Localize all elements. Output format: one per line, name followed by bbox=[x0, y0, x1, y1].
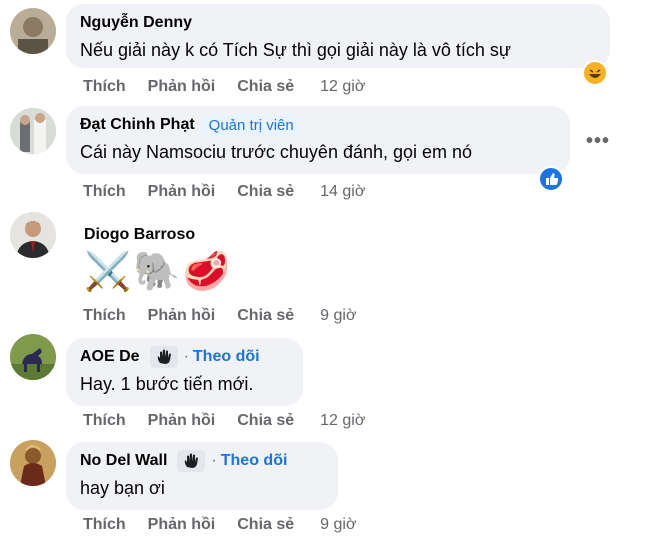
share-button[interactable]: Chia sẻ bbox=[237, 307, 294, 325]
comment-text: Cái này Namsociu trước chuyên đánh, gọi … bbox=[80, 142, 473, 162]
like-button[interactable]: Thích bbox=[83, 412, 126, 430]
comment-text: hay bạn ơi bbox=[80, 478, 165, 498]
like-button[interactable]: Thích bbox=[83, 183, 126, 201]
like-icon[interactable] bbox=[538, 166, 564, 192]
waving-hand-icon bbox=[185, 453, 199, 468]
comment-author[interactable]: Đạt Chinh Phạt bbox=[80, 116, 195, 134]
reply-button[interactable]: Phản hồi bbox=[148, 183, 216, 201]
comment-emoji: ⚔️🐘🥩 bbox=[84, 250, 232, 294]
comment-timestamp[interactable]: 9 giờ bbox=[320, 307, 356, 325]
more-options-icon[interactable]: ••• bbox=[586, 130, 610, 153]
avatar[interactable] bbox=[10, 8, 56, 54]
comment-author[interactable]: Diogo Barroso bbox=[84, 226, 195, 244]
crossed-swords-icon: ⚔️ bbox=[84, 251, 134, 293]
admin-badge: Quản trị viên bbox=[202, 114, 300, 136]
follow-link[interactable]: Theo dõi bbox=[221, 452, 288, 470]
comment-bubble: AOE De · Theo dõi Hay. 1 bước tiến mới. bbox=[66, 338, 303, 406]
comment-timestamp[interactable]: 12 giờ bbox=[320, 78, 365, 96]
comment-actions: Thích Phản hồi Chia sẻ 9 giờ bbox=[83, 307, 378, 325]
reply-button[interactable]: Phản hồi bbox=[148, 78, 216, 96]
comment-text: Hay. 1 bước tiến mới. bbox=[80, 374, 254, 394]
comment-actions: Thích Phản hồi Chia sẻ 14 giờ bbox=[83, 183, 387, 201]
comment-timestamp[interactable]: 14 giờ bbox=[320, 183, 365, 201]
reply-button[interactable]: Phản hồi bbox=[148, 516, 216, 534]
avatar[interactable] bbox=[10, 108, 56, 154]
top-fan-badge bbox=[149, 346, 178, 368]
follow-link[interactable]: Theo dõi bbox=[193, 348, 260, 366]
meat-icon: 🥩 bbox=[182, 251, 232, 293]
waving-hand-icon bbox=[157, 349, 171, 364]
reply-button[interactable]: Phản hồi bbox=[148, 412, 216, 430]
separator-dot: · bbox=[183, 348, 189, 365]
like-button[interactable]: Thích bbox=[83, 307, 126, 325]
like-button[interactable]: Thích bbox=[83, 516, 126, 534]
avatar[interactable] bbox=[10, 212, 56, 258]
reply-button[interactable]: Phản hồi bbox=[148, 307, 216, 325]
comment-bubble: Nguyễn Denny Nếu giải này k có Tích Sự t… bbox=[66, 4, 610, 68]
comment-author[interactable]: Nguyễn Denny bbox=[80, 14, 192, 32]
share-button[interactable]: Chia sẻ bbox=[237, 412, 294, 430]
share-button[interactable]: Chia sẻ bbox=[237, 78, 294, 96]
avatar[interactable] bbox=[10, 440, 56, 486]
comment-actions: Thích Phản hồi Chia sẻ 12 giờ bbox=[83, 78, 387, 96]
avatar[interactable] bbox=[10, 334, 56, 380]
comment-actions: Thích Phản hồi Chia sẻ 9 giờ bbox=[83, 516, 378, 534]
comment-bubble: No Del Wall · Theo dõi hay bạn ơi bbox=[66, 442, 338, 510]
comment-timestamp[interactable]: 9 giờ bbox=[320, 516, 356, 534]
comment-bubble: Diogo Barroso ⚔️🐘🥩 bbox=[66, 216, 246, 300]
share-button[interactable]: Chia sẻ bbox=[237, 183, 294, 201]
separator-dot: · bbox=[211, 452, 217, 469]
elephant-icon: 🐘 bbox=[133, 251, 183, 293]
haha-icon[interactable] bbox=[582, 60, 608, 86]
comment-author[interactable]: No Del Wall bbox=[80, 452, 167, 470]
share-button[interactable]: Chia sẻ bbox=[237, 516, 294, 534]
comment-actions: Thích Phản hồi Chia sẻ 12 giờ bbox=[83, 412, 387, 430]
comment-bubble: Đạt Chinh Phạt Quản trị viên Cái này Nam… bbox=[66, 106, 570, 174]
like-button[interactable]: Thích bbox=[83, 78, 126, 96]
comment-text: Nếu giải này k có Tích Sự thì gọi giải n… bbox=[80, 40, 511, 60]
top-fan-badge bbox=[177, 450, 206, 472]
comment-timestamp[interactable]: 12 giờ bbox=[320, 412, 365, 430]
comment-author[interactable]: AOE De bbox=[80, 348, 140, 366]
